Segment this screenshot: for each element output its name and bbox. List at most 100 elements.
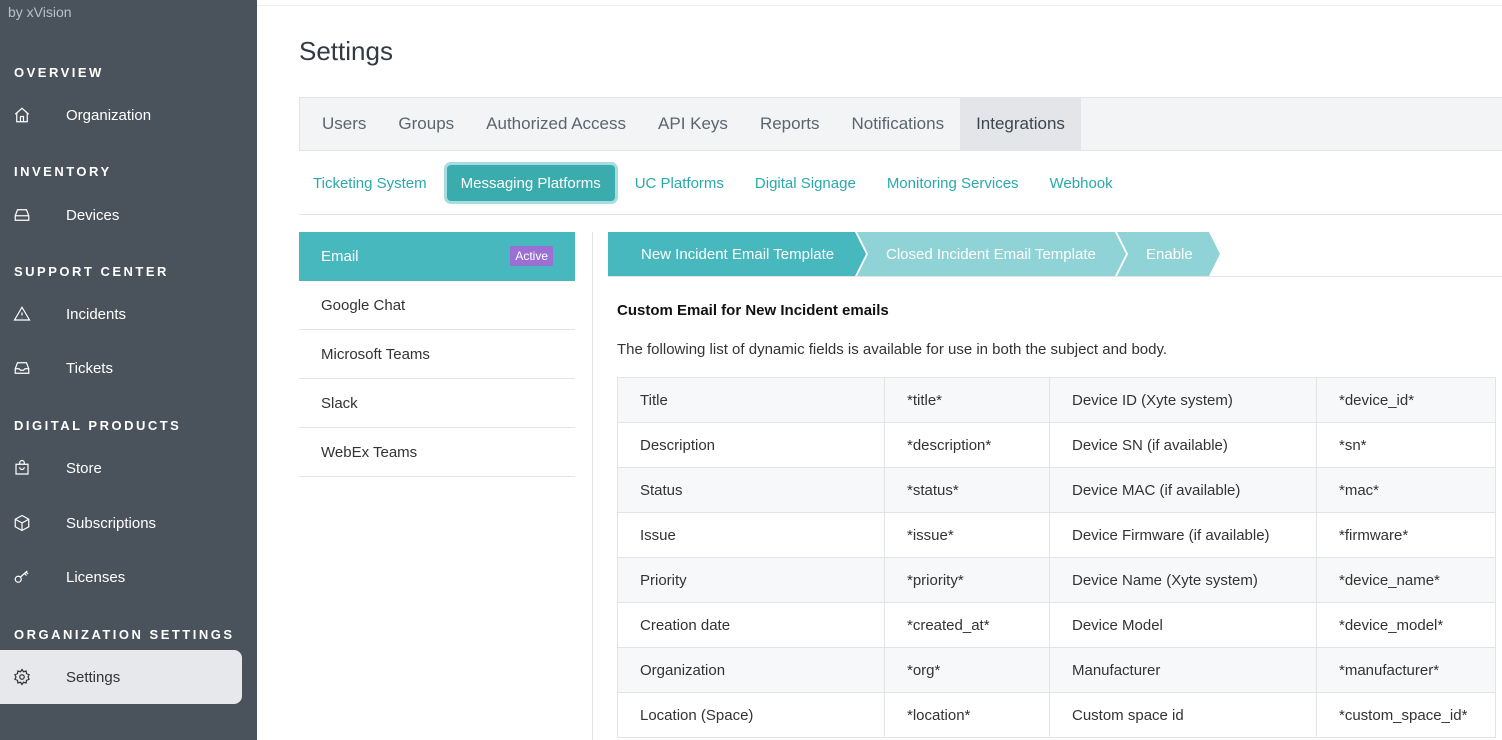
platform-item-email[interactable]: Email Active <box>299 232 575 281</box>
settings-tabs: Users Groups Authorized Access API Keys … <box>299 97 1502 151</box>
key-icon <box>12 567 32 587</box>
status-badge: Active <box>510 246 553 266</box>
table-row: Description *description* Device SN (if … <box>617 422 1496 468</box>
field-token: *custom_space_id* <box>1316 692 1496 738</box>
subtab-ticketing-system[interactable]: Ticketing System <box>299 165 441 201</box>
table-row: Title *title* Device ID (Xyte system) *d… <box>617 377 1496 423</box>
tab-authorized-access[interactable]: Authorized Access <box>470 98 642 150</box>
home-icon <box>12 105 32 125</box>
subtab-uc-platforms[interactable]: UC Platforms <box>621 165 738 201</box>
section-title-inventory: INVENTORY <box>14 164 112 179</box>
field-label: Description <box>617 422 885 468</box>
platform-label: Email <box>321 248 359 265</box>
sidebar-item-tickets[interactable]: Tickets <box>0 341 242 395</box>
subtab-webhook[interactable]: Webhook <box>1036 165 1127 201</box>
step-new-incident-template[interactable]: New Incident Email Template <box>641 246 834 263</box>
field-label: Device MAC (if available) <box>1049 467 1317 513</box>
platform-item-microsoft-teams[interactable]: Microsoft Teams <box>299 330 575 379</box>
platform-label: WebEx Teams <box>321 443 418 461</box>
sidebar-item-label: Settings <box>66 668 121 686</box>
field-token: *mac* <box>1316 467 1496 513</box>
field-token: *device_model* <box>1316 602 1496 648</box>
dynamic-fields-table: Title *title* Device ID (Xyte system) *d… <box>617 377 1496 738</box>
table-row: Issue *issue* Device Firmware (if availa… <box>617 512 1496 558</box>
gear-icon <box>12 667 32 687</box>
sidebar-item-organization[interactable]: Organization <box>0 88 242 142</box>
platform-label: Microsoft Teams <box>321 345 430 363</box>
integration-subtabs: Ticketing System Messaging Platforms UC … <box>299 165 1502 215</box>
sidebar-item-settings[interactable]: Settings <box>0 650 242 704</box>
field-token: *description* <box>884 422 1050 468</box>
step-enable[interactable]: Enable <box>1146 246 1193 263</box>
section-title-support-center: SUPPORT CENTER <box>14 264 169 279</box>
platform-item-webex-teams[interactable]: WebEx Teams <box>299 428 575 477</box>
sidebar-item-licenses[interactable]: Licenses <box>0 550 242 604</box>
field-label: Priority <box>617 557 885 603</box>
field-token: *org* <box>884 647 1050 693</box>
field-token: *title* <box>884 377 1050 423</box>
tab-api-keys[interactable]: API Keys <box>642 98 744 150</box>
brand-text: by xVision <box>8 4 72 20</box>
field-label: Device Firmware (if available) <box>1049 512 1317 558</box>
tab-integrations[interactable]: Integrations <box>960 98 1081 150</box>
field-token: *location* <box>884 692 1050 738</box>
sidebar-item-label: Incidents <box>66 305 127 323</box>
sidebar: by xVision OVERVIEW Organization INVENTO… <box>0 0 257 740</box>
field-token: *status* <box>884 467 1050 513</box>
panel-divider <box>592 232 593 740</box>
field-label: Issue <box>617 512 885 558</box>
field-token: *sn* <box>1316 422 1496 468</box>
content-description: The following list of dynamic fields is … <box>617 341 1168 358</box>
sidebar-item-label: Subscriptions <box>66 514 157 532</box>
sidebar-item-incidents[interactable]: Incidents <box>0 287 242 341</box>
inbox-icon <box>12 358 32 378</box>
subtab-messaging-platforms[interactable]: Messaging Platforms <box>446 165 615 201</box>
table-row: Location (Space) *location* Custom space… <box>617 692 1496 738</box>
sidebar-item-label: Store <box>66 459 102 477</box>
field-token: *manufacturer* <box>1316 647 1496 693</box>
field-token: *firmware* <box>1316 512 1496 558</box>
platform-item-slack[interactable]: Slack <box>299 379 575 428</box>
tab-users[interactable]: Users <box>300 98 382 150</box>
field-label: Device SN (if available) <box>1049 422 1317 468</box>
platform-label: Google Chat <box>321 296 406 314</box>
field-label: Manufacturer <box>1049 647 1317 693</box>
warning-icon <box>12 304 32 324</box>
platform-list: Email Active Google Chat Microsoft Teams… <box>299 232 575 477</box>
field-token: *priority* <box>884 557 1050 603</box>
device-icon <box>12 205 32 225</box>
sidebar-item-store[interactable]: Store <box>0 441 242 495</box>
content-title: Custom Email for New Incident emails <box>617 302 889 319</box>
sidebar-item-label: Tickets <box>66 359 113 377</box>
platform-label: Slack <box>321 394 358 412</box>
field-label: Organization <box>617 647 885 693</box>
box-icon <box>12 513 32 533</box>
field-label: Title <box>617 377 885 423</box>
field-label: Device Name (Xyte system) <box>1049 557 1317 603</box>
field-token: *created_at* <box>884 602 1050 648</box>
bag-icon <box>12 458 32 478</box>
table-row: Status *status* Device MAC (if available… <box>617 467 1496 513</box>
field-label: Status <box>617 467 885 513</box>
field-label: Location (Space) <box>617 692 885 738</box>
tab-notifications[interactable]: Notifications <box>835 98 960 150</box>
tab-groups[interactable]: Groups <box>382 98 470 150</box>
sidebar-item-label: Organization <box>66 106 152 124</box>
field-token: *device_name* <box>1316 557 1496 603</box>
sidebar-item-label: Licenses <box>66 568 126 586</box>
step-closed-incident-template[interactable]: Closed Incident Email Template <box>886 246 1096 263</box>
sidebar-item-devices[interactable]: Devices <box>0 188 242 242</box>
page-title: Settings <box>299 36 393 66</box>
field-token: *issue* <box>884 512 1050 558</box>
field-label: Device Model <box>1049 602 1317 648</box>
field-label: Custom space id <box>1049 692 1317 738</box>
sidebar-item-subscriptions[interactable]: Subscriptions <box>0 496 242 550</box>
subtab-digital-signage[interactable]: Digital Signage <box>741 165 870 201</box>
field-token: *device_id* <box>1316 377 1496 423</box>
template-steps: New Incident Email Template Closed Incid… <box>608 232 1502 277</box>
table-row: Priority *priority* Device Name (Xyte sy… <box>617 557 1496 603</box>
sidebar-item-label: Devices <box>66 206 120 224</box>
platform-item-google-chat[interactable]: Google Chat <box>299 281 575 330</box>
subtab-monitoring-services[interactable]: Monitoring Services <box>873 165 1033 201</box>
tab-reports[interactable]: Reports <box>744 98 836 150</box>
